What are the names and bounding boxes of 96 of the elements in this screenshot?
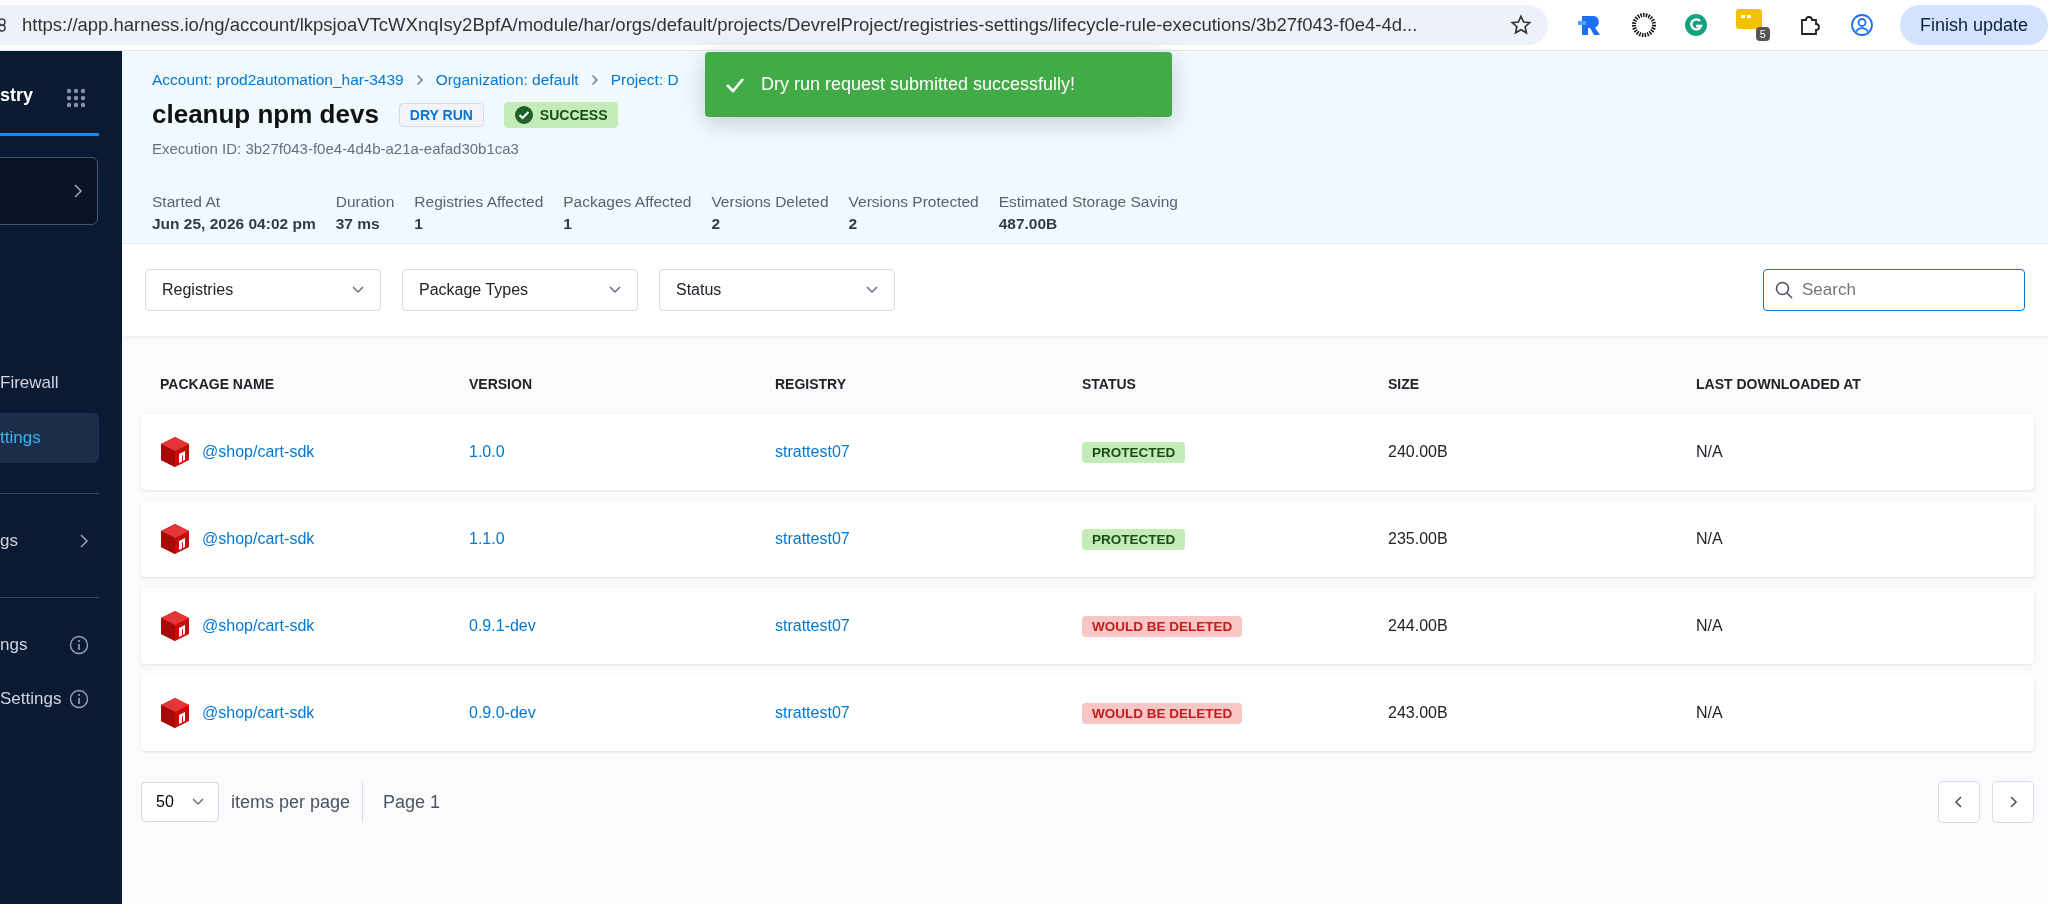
last-downloaded-cell-text: N/A <box>1696 617 1724 635</box>
package-link[interactable]: @shop/cart-sdk <box>202 617 315 635</box>
size-cell-text: 243.00B <box>1388 704 1449 722</box>
last-downloaded-cell-text: N/A <box>1696 530 1724 548</box>
search-field[interactable]: Search <box>1763 269 2025 311</box>
version-link[interactable]: 0.9.0-dev <box>469 704 536 722</box>
stat-label: Estimated Storage Saving <box>998 193 1178 211</box>
stat-label: Versions Deleted <box>711 193 829 211</box>
status-badge: SUCCESS <box>503 101 618 128</box>
filter-dropdown[interactable]: Status <box>659 269 895 311</box>
column-header: VERSION <box>469 376 533 392</box>
package-cube-icon <box>160 436 190 468</box>
project-selector[interactable] <box>0 157 98 225</box>
status-badge: PROTECTED <box>1082 441 1186 463</box>
registry-link[interactable]: strattest07 <box>775 617 850 635</box>
stat-value: 2 <box>711 215 721 233</box>
stat-label: Started At <box>152 193 222 211</box>
search-icon <box>1775 281 1793 299</box>
column-header: STATUS <box>1082 376 1137 392</box>
finish-update-button[interactable]: Finish update <box>1899 5 2048 45</box>
page-size-dropdown[interactable]: 50 <box>141 782 219 822</box>
breadcrumb-link[interactable]: Organization: default <box>435 71 579 89</box>
sidebar-item[interactable]: Firewall <box>0 358 99 408</box>
column-header: LAST DOWNLOADED AT <box>1696 376 1862 392</box>
info-icon <box>69 635 89 655</box>
sidebar-item[interactable]: Settings <box>0 674 99 724</box>
table-row[interactable]: @shop/cart-sdk 0.9.0-dev strattest07 WOULD BE DELETED 243.00B N/A <box>141 675 2034 751</box>
registry-link[interactable]: strattest07 <box>775 704 850 722</box>
last-downloaded-cell-text: N/A <box>1696 704 1724 722</box>
filter-dropdown[interactable]: Package Types <box>402 269 638 311</box>
table-row[interactable]: @shop/cart-sdk 1.1.0 strattest07 PROTECTED 235.00B N/A <box>141 501 2034 577</box>
version-link[interactable]: 1.1.0 <box>469 530 505 548</box>
table-row[interactable]: @shop/cart-sdk 1.0.0 strattest07 PROTECTED 240.00B N/A <box>141 414 2034 490</box>
stat-value: 37 ms <box>335 215 381 233</box>
chevron-left-icon <box>1954 795 1964 809</box>
chevron-right-icon <box>79 533 89 549</box>
star-icon[interactable] <box>1509 14 1532 36</box>
stat-value: 2 <box>848 215 859 233</box>
column-header: PACKAGE NAME <box>160 376 276 392</box>
stat-value: 1 <box>414 215 424 233</box>
package-link[interactable]: @shop/cart-sdk <box>202 704 315 722</box>
grammar-g-icon[interactable] <box>1683 13 1708 37</box>
items-per-page-label: items per page <box>231 782 364 822</box>
chevron-right-icon <box>415 74 424 86</box>
checkmark-icon <box>725 76 745 93</box>
check-circle-icon <box>513 104 534 125</box>
package-link[interactable]: @shop/cart-sdk <box>202 530 315 548</box>
stat-value: Jun 25, 2026 04:02 pm <box>152 215 316 233</box>
package-cube-icon <box>160 523 190 555</box>
chevron-right-icon <box>73 183 83 199</box>
chevron-down-icon <box>192 798 204 806</box>
version-link[interactable]: 1.0.0 <box>469 443 505 461</box>
table-row[interactable]: @shop/cart-sdk 0.9.1-dev strattest07 WOULD BE DELETED 244.00B N/A <box>141 588 2034 664</box>
stat-label: Duration <box>335 193 395 211</box>
stat-label: Packages Affected <box>563 193 692 211</box>
breadcrumb-link[interactable]: Account: prod2automation_har-3439 <box>152 71 404 89</box>
version-link[interactable]: 0.9.1-dev <box>469 617 536 635</box>
last-downloaded-cell-text: N/A <box>1696 443 1724 461</box>
package-link[interactable]: @shop/cart-sdk <box>202 443 315 461</box>
info-icon <box>69 689 89 709</box>
chevron-down-icon <box>352 286 364 294</box>
size-cell-text: 244.00B <box>1388 617 1449 635</box>
chevron-right-icon <box>590 74 599 86</box>
dry-run-badge: DRY RUN <box>398 102 484 127</box>
chevron-down-icon <box>866 286 878 294</box>
registry-link[interactable]: strattest07 <box>775 443 850 461</box>
app-grid-icon[interactable] <box>66 88 86 108</box>
status-badge: WOULD BE DELETED <box>1082 615 1243 637</box>
profile-icon[interactable] <box>1849 13 1874 37</box>
sidebar-item[interactable]: gs <box>0 516 99 566</box>
stat-value: 487.00B <box>998 215 1059 233</box>
execution-id: Execution ID: 3b27f043-f0e4-4d4b-a21a-eafad30b1ca3 <box>152 140 520 157</box>
page-title: cleanup npm devs <box>152 99 379 130</box>
sidebar-item[interactable]: ttings <box>0 413 99 463</box>
column-header: REGISTRY <box>775 376 848 392</box>
chevron-down-icon <box>609 286 621 294</box>
package-cube-icon <box>160 697 190 729</box>
registry-link[interactable]: strattest07 <box>775 530 850 548</box>
sidebar-title: stry <box>0 85 34 106</box>
stat-value: 1 <box>563 215 573 233</box>
sidebar-item[interactable]: ngs <box>0 620 99 670</box>
status-badge: PROTECTED <box>1082 528 1186 550</box>
filter-dropdown[interactable]: Registries <box>145 269 381 311</box>
address-bar[interactable]: https://app.harness.io/ng/account/lkpsjoaVTcWXnqIsy2BpfA/module/har/orgs/default/projects/DevrelProject/registries-settings/lifecycle-rule-executions/3b27f043-f0e4-4d... <box>0 5 1548 45</box>
page-label: Page 1 <box>383 791 441 813</box>
size-cell-text: 240.00B <box>1388 443 1449 461</box>
chevron-right-icon <box>2008 795 2018 809</box>
toast-message: Dry run request submitted successfully! <box>761 74 1076 95</box>
column-header: SIZE <box>1388 376 1421 392</box>
package-cube-icon <box>160 610 190 642</box>
breadcrumb-link[interactable]: Project: D <box>610 71 679 89</box>
stat-label: Registries Affected <box>414 193 544 211</box>
size-cell-text: 235.00B <box>1388 530 1449 548</box>
status-badge: WOULD BE DELETED <box>1082 702 1243 724</box>
stat-label: Versions Protected <box>848 193 979 211</box>
sunburst-icon[interactable] <box>1631 13 1656 37</box>
